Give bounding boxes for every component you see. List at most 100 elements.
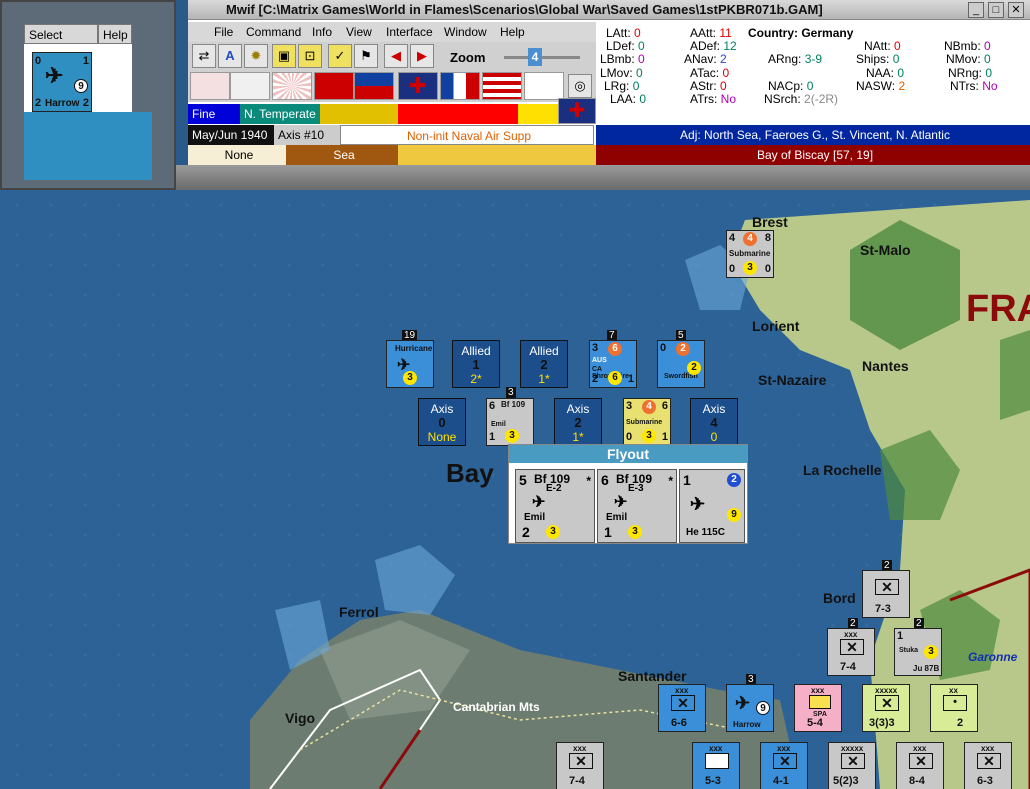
text-icon[interactable]: A xyxy=(218,44,242,68)
zoom-slider-track[interactable] xyxy=(504,56,580,59)
selected-unit-harrow[interactable]: 0 1 ✈ 9 2 Harrow 2 xyxy=(32,52,92,112)
stat-value: 0 xyxy=(636,66,643,80)
unit-stat: 6 xyxy=(608,342,622,356)
unit-name: Submarine xyxy=(626,419,663,426)
axis-summary-1[interactable]: Axis 0 None xyxy=(418,398,466,446)
summary-sub: 0 xyxy=(710,430,718,444)
stat-value: 3-9 xyxy=(804,52,823,66)
unit-axis-army[interactable]: xxxxx ✕ 5(2)3 xyxy=(828,742,876,789)
unit-stat: 6 xyxy=(489,400,496,412)
unit-stat: 1 xyxy=(897,630,904,642)
arrow-right-icon[interactable]: ▶ xyxy=(410,44,434,68)
stat-value: 0 xyxy=(894,39,901,53)
unit-model: E-3 xyxy=(628,483,644,494)
unit-pilot: Emil xyxy=(524,512,546,523)
unit-allied-corps-1[interactable]: xxx ✕ 6-6 xyxy=(658,684,706,732)
move-icon[interactable]: ⇄ xyxy=(192,44,216,68)
flag-icon[interactable] xyxy=(524,72,564,100)
axis-summary-2[interactable]: Axis 2 1* xyxy=(554,398,602,446)
gear-icon[interactable]: ✹ xyxy=(244,44,268,68)
menu-view[interactable]: View xyxy=(346,25,372,39)
tab-help[interactable]: Help xyxy=(98,24,132,44)
unit-vichy-division[interactable]: xx • 2 xyxy=(930,684,978,732)
infantry-icon: ✕ xyxy=(977,753,1001,769)
flag-icon[interactable] xyxy=(230,72,270,100)
minimize-button[interactable]: _ xyxy=(968,2,984,18)
unit-axis-corps-1[interactable]: xxx ✕ 8-4 xyxy=(896,742,944,789)
menu-file[interactable]: File xyxy=(214,25,233,39)
unit-stuka[interactable]: 1 Stuka 3 Ju 87B xyxy=(894,628,942,676)
zoom-slider-handle[interactable]: 4 xyxy=(528,48,542,66)
unit-name: Harrow xyxy=(45,98,80,109)
flyout-unit-bf109-e2[interactable]: 5 Bf 109 E-2 * ✈ Emil 2 3 xyxy=(515,469,595,543)
stat-key: LMov: xyxy=(600,66,633,80)
tab-select[interactable]: Select xyxy=(24,24,98,44)
unit-allied-corps-3[interactable]: xxx ✕ 4-1 xyxy=(760,742,808,789)
axis-summary-3[interactable]: Axis 4 0 xyxy=(690,398,738,446)
unit-submarine-axis[interactable]: 3 4 6 Submarine 0 3 1 xyxy=(623,398,671,446)
menu-command[interactable]: Command xyxy=(246,25,301,39)
check-icon[interactable]: ✓ xyxy=(328,44,352,68)
unit-stat: 0 xyxy=(764,263,771,275)
summary-side: Axis xyxy=(702,402,726,416)
grid-icon[interactable]: ▣ xyxy=(272,44,296,68)
flag-uk-icon[interactable]: ✚ xyxy=(398,72,438,100)
flag-france-icon[interactable] xyxy=(440,72,480,100)
target-icon[interactable]: ◎ xyxy=(568,74,592,98)
unit-stat: 2 xyxy=(687,361,701,375)
allied-summary-1[interactable]: Allied 1 2* xyxy=(452,340,500,388)
unit-size: xx xyxy=(949,686,958,695)
unit-harrow-map[interactable]: ✈ 9 Harrow xyxy=(726,684,774,732)
unit-swordfish[interactable]: 0 2 Swordfish 2 xyxy=(657,340,705,388)
unit-strength: 5-3 xyxy=(705,775,721,787)
select-list xyxy=(24,112,152,180)
summary-sub: None xyxy=(427,430,457,444)
flag-icon[interactable]: ⚑ xyxy=(354,44,378,68)
flag-japan-icon[interactable] xyxy=(272,72,312,100)
unit-hurricane[interactable]: Hurricane ✈ 3 xyxy=(386,340,434,388)
flag-icon[interactable] xyxy=(190,72,230,100)
unit-vichy-army[interactable]: xxxxx ✕ 3(3)3 xyxy=(862,684,910,732)
menu-help[interactable]: Help xyxy=(500,25,525,39)
unit-size: xxx xyxy=(981,744,995,753)
flyout-panel: Flyout 5 Bf 109 E-2 * ✈ Emil 2 3 6 Bf 10… xyxy=(508,444,748,544)
unit-corps-spain[interactable]: xxx ✕ 7-4 xyxy=(556,742,604,789)
game-map[interactable]: Brest St-Malo Lorient Nantes St-Nazaire … xyxy=(0,190,1030,789)
stat-nrng: NRng: 0 xyxy=(948,66,992,80)
unit-size: xxx xyxy=(709,744,723,753)
unit-spanish-corps[interactable]: xxx SPA 5-4 xyxy=(794,684,842,732)
infantry-icon: ✕ xyxy=(840,639,864,655)
unit-submarine-brest[interactable]: 4 4 8 Submarine 0 3 0 xyxy=(726,230,774,278)
maximize-button[interactable]: □ xyxy=(988,2,1004,18)
zoom-box-icon[interactable]: ⊡ xyxy=(298,44,322,68)
flag-icon[interactable] xyxy=(314,72,354,100)
flyout-unit-he115c[interactable]: 1 2 ✈ 9 He 115C xyxy=(679,469,745,543)
close-button[interactable]: ✕ xyxy=(1008,2,1024,18)
unit-name: Bf 109 xyxy=(501,400,526,409)
stack-count-badge: 3 xyxy=(506,387,516,398)
menu-window[interactable]: Window xyxy=(444,25,487,39)
city-nantes: Nantes xyxy=(862,358,909,374)
unit-cruiser-shropshire[interactable]: 3 6 AUS CA Shropshire 2 6 1 xyxy=(589,340,637,388)
unit-infantry-2[interactable]: xxx ✕ 7-4 xyxy=(827,628,875,676)
unit-bf109[interactable]: 6 Bf 109 Emil 1 3 xyxy=(486,398,534,446)
unit-axis-corps-2[interactable]: xxx ✕ 6-3 xyxy=(964,742,1012,789)
summary-side: Allied xyxy=(461,344,491,358)
flag-usa-icon[interactable] xyxy=(482,72,522,100)
stat-value: 0 xyxy=(985,66,993,80)
flyout-unit-bf109-e3[interactable]: 6 Bf 109 E-3 * ✈ Emil 1 3 xyxy=(597,469,677,543)
adjacent-cell: Adj: North Sea, Faeroes G., St. Vincent,… xyxy=(596,125,1030,145)
unit-allied-corps-2[interactable]: xxx 5-3 xyxy=(692,742,740,789)
menu-interface[interactable]: Interface xyxy=(386,25,433,39)
allied-summary-2[interactable]: Allied 2 1* xyxy=(520,340,568,388)
arrow-left-icon[interactable]: ◀ xyxy=(384,44,408,68)
menu-info[interactable]: Info xyxy=(312,25,332,39)
stat-ships: Ships: 0 xyxy=(856,52,899,66)
flag-china-icon[interactable] xyxy=(354,72,394,100)
city-la-rochelle: La Rochelle xyxy=(803,462,882,478)
unit-infantry-bordeaux[interactable]: ✕ 7-3 xyxy=(862,570,910,618)
stat-lmov: LMov: 0 xyxy=(600,66,643,80)
unit-flag: AUS xyxy=(592,357,607,364)
hq-icon: • xyxy=(943,695,967,711)
stat-key: NACp: xyxy=(768,79,804,93)
